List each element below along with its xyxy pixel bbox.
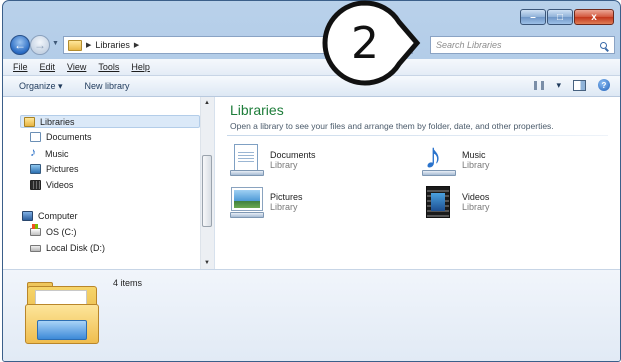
sidebar-item-os-drive[interactable]: OS (C:) — [30, 224, 77, 237]
hard-drive-icon — [30, 244, 41, 252]
page-title: Libraries — [230, 102, 284, 118]
navigation-pane: Libraries Documents Music Pictures Video… — [3, 97, 215, 269]
menu-view[interactable]: View — [67, 62, 86, 72]
library-name: Music — [462, 150, 486, 160]
menu-help[interactable]: Help — [131, 62, 150, 72]
back-button[interactable]: ← — [10, 35, 30, 55]
sidebar-item-label: Computer — [38, 211, 78, 221]
sidebar-item-label: Pictures — [46, 164, 79, 174]
breadcrumb-separator-icon[interactable]: ▶ — [86, 41, 91, 49]
library-tile-pictures[interactable]: Pictures Library — [230, 186, 303, 218]
sidebar-item-label: Documents — [46, 132, 92, 142]
breadcrumb-libraries[interactable]: Libraries — [95, 40, 130, 50]
command-bar: Organize ▾ New library ▾ ? — [3, 76, 620, 97]
library-tile-music[interactable]: ♪ Music Library — [422, 138, 490, 176]
library-tile-videos[interactable]: Videos Library — [422, 186, 490, 218]
videos-library-icon — [422, 186, 456, 218]
change-view-icon[interactable] — [534, 80, 545, 90]
documents-icon — [30, 132, 41, 142]
item-count: 4 items — [113, 278, 143, 288]
sidebar-item-videos[interactable]: Videos — [30, 180, 73, 190]
organize-button[interactable]: Organize ▾ — [19, 81, 63, 92]
page-subtitle: Open a library to see your files and arr… — [230, 121, 554, 131]
menu-bar: File Edit View Tools Help — [3, 59, 620, 76]
menu-tools[interactable]: Tools — [98, 62, 119, 72]
back-arrow-icon: ← — [14, 38, 26, 52]
step-number: 2 — [351, 17, 379, 69]
search-placeholder: Search Libraries — [436, 40, 502, 50]
sidebar-item-label: Libraries — [40, 116, 75, 127]
libraries-icon — [24, 116, 35, 127]
library-type: Library — [462, 160, 490, 170]
library-type: Library — [270, 202, 298, 212]
minimize-button[interactable]: – — [520, 9, 546, 25]
sidebar-item-local-disk[interactable]: Local Disk (D:) — [30, 243, 105, 253]
sidebar-item-libraries[interactable]: Libraries — [20, 115, 200, 128]
videos-icon — [30, 180, 41, 190]
step-number-badge: 2 — [321, 0, 421, 86]
scroll-up-icon[interactable]: ▲ — [204, 100, 210, 106]
menu-file[interactable]: File — [13, 62, 28, 72]
navigation-bar: ← → ▼ ▶ Libraries ▶ Search Libraries — [8, 34, 615, 56]
scrollbar-thumb[interactable] — [202, 155, 212, 227]
recent-pages-chevron-icon[interactable]: ▼ — [52, 40, 59, 47]
maximize-button[interactable]: □ — [547, 9, 573, 25]
libraries-icon — [68, 39, 82, 51]
preview-pane-icon[interactable] — [573, 79, 586, 91]
sidebar-item-label: Videos — [46, 180, 74, 190]
content-pane: Libraries Open a library to see your fil… — [215, 97, 620, 269]
navigation-pane-scrollbar[interactable]: ▲ ▼ — [200, 97, 214, 269]
library-name: Documents — [270, 150, 316, 160]
sidebar-item-music[interactable]: Music — [30, 145, 69, 159]
documents-library-icon — [230, 144, 264, 176]
explorer-window: – □ x ← → ▼ ▶ Libraries ▶ Search Librari… — [2, 0, 621, 362]
more-views-chevron-icon[interactable]: ▾ — [556, 80, 561, 91]
search-input[interactable]: Search Libraries — [430, 36, 615, 54]
forward-arrow-icon: → — [34, 38, 46, 52]
sidebar-item-documents[interactable]: Documents — [30, 132, 92, 142]
new-library-button[interactable]: New library — [85, 81, 130, 91]
windows-drive-icon — [30, 224, 41, 236]
sidebar-item-pictures[interactable]: Pictures — [30, 164, 79, 174]
pictures-icon — [30, 164, 41, 174]
pictures-library-icon — [230, 186, 264, 218]
forward-button[interactable]: → — [30, 35, 50, 55]
library-name: Pictures — [270, 192, 303, 202]
details-pane: 4 items — [3, 269, 620, 361]
close-button[interactable]: x — [574, 9, 614, 25]
library-type: Library — [462, 202, 490, 212]
caption-buttons: – □ x — [520, 9, 614, 25]
help-icon[interactable]: ? — [598, 79, 610, 91]
sidebar-item-computer[interactable]: Computer — [22, 211, 78, 221]
library-name: Videos — [462, 192, 490, 202]
libraries-folder-icon — [23, 278, 99, 348]
sidebar-item-label: Local Disk (D:) — [46, 243, 106, 253]
search-icon[interactable] — [600, 41, 607, 49]
music-icon — [30, 145, 40, 159]
library-tile-documents[interactable]: Documents Library — [230, 144, 316, 176]
sidebar-item-label: OS (C:) — [46, 227, 77, 237]
menu-edit[interactable]: Edit — [40, 62, 56, 72]
title-divider — [227, 135, 608, 136]
breadcrumb-chevron-icon[interactable]: ▶ — [134, 41, 139, 49]
command-bar-right: ▾ ? — [534, 79, 610, 91]
music-library-icon: ♪ — [422, 138, 456, 176]
sidebar-item-label: Music — [45, 148, 69, 159]
scroll-down-icon[interactable]: ▼ — [204, 260, 210, 266]
library-type: Library — [270, 160, 298, 170]
computer-icon — [22, 211, 33, 221]
